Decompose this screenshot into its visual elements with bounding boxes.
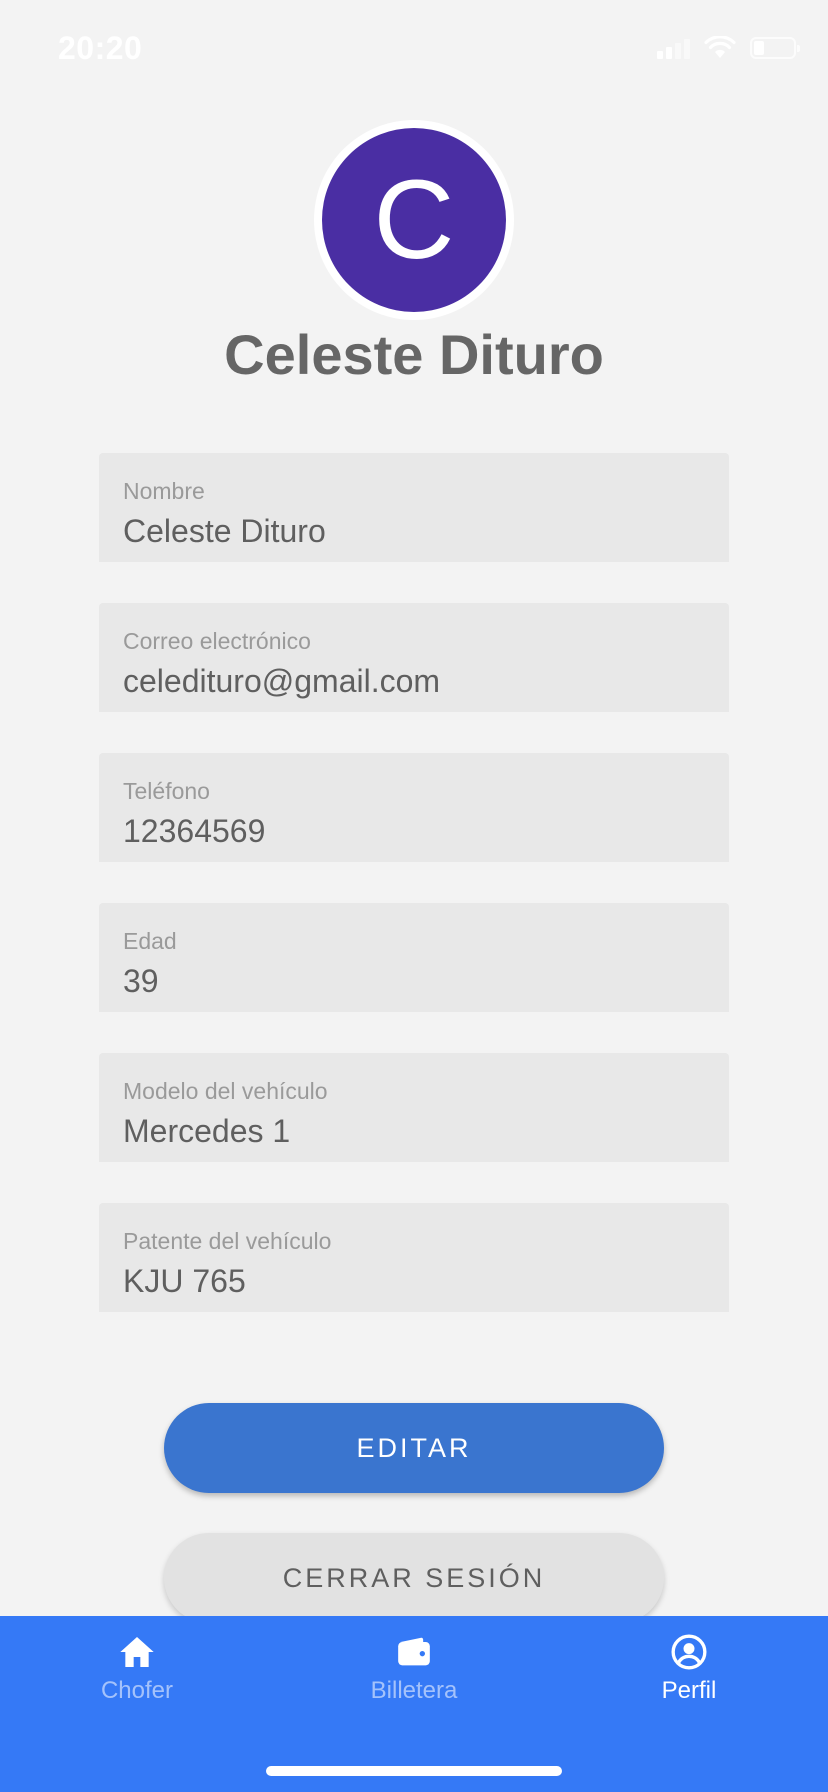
home-icon [120, 1637, 154, 1667]
age-field-label: Edad [123, 928, 177, 954]
email-field[interactable]: Correo electrónico celedituro@gmail.com [99, 603, 729, 712]
vehicle-plate-field-label: Patente del vehículo [123, 1228, 332, 1254]
nav-item-chofer[interactable]: Chofer [47, 1632, 227, 1706]
account-circle-icon [671, 1634, 707, 1670]
nav-label-perfil: Perfil [661, 1677, 717, 1704]
nav-item-billetera[interactable]: Billetera [324, 1632, 504, 1706]
age-field[interactable]: Edad 39 [99, 903, 729, 1012]
name-field-value: Celeste Dituro [123, 513, 326, 549]
vehicle-plate-field-value: KJU 765 [123, 1263, 246, 1299]
vehicle-model-field-label: Modelo del vehículo [123, 1078, 328, 1104]
cellular-signal-icon [657, 37, 690, 59]
battery-level [754, 41, 764, 55]
status-bar: 20:20 [0, 0, 828, 100]
avatar-initial: C [322, 128, 506, 312]
profile-fields: Nombre Celeste Dituro Correo electrónico… [99, 453, 729, 1353]
wifi-icon [704, 36, 736, 58]
vehicle-model-field-value: Mercedes 1 [123, 1113, 291, 1149]
email-field-value: celedituro@gmail.com [123, 663, 441, 699]
vehicle-plate-field[interactable]: Patente del vehículo KJU 765 [99, 1203, 729, 1312]
name-field[interactable]: Nombre Celeste Dituro [99, 453, 729, 562]
nav-item-perfil[interactable]: Perfil [599, 1632, 779, 1706]
nav-label-chofer: Chofer [100, 1677, 174, 1704]
nav-label-billetera: Billetera [370, 1677, 458, 1704]
age-field-value: 39 [123, 963, 159, 999]
phone-field-value: 12364569 [123, 813, 266, 849]
wallet-icon [398, 1637, 430, 1666]
status-icons [657, 36, 800, 60]
profile-name: Celeste Dituro [224, 323, 604, 386]
name-field-label: Nombre [123, 478, 205, 504]
phone-field-label: Teléfono [123, 778, 210, 804]
logout-button[interactable]: CERRAR SESIÓN [164, 1533, 664, 1623]
email-field-label: Correo electrónico [123, 628, 311, 654]
battery-icon [750, 37, 800, 59]
avatar: C [314, 120, 514, 320]
vehicle-model-field[interactable]: Modelo del vehículo Mercedes 1 [99, 1053, 729, 1162]
edit-button[interactable]: EDITAR [164, 1403, 664, 1493]
phone-field[interactable]: Teléfono 12364569 [99, 753, 729, 862]
home-indicator [266, 1766, 562, 1776]
profile-screen: 20:20 C Celeste Dituro Nombre Celeste Di… [0, 0, 828, 1792]
status-time: 20:20 [58, 30, 143, 66]
